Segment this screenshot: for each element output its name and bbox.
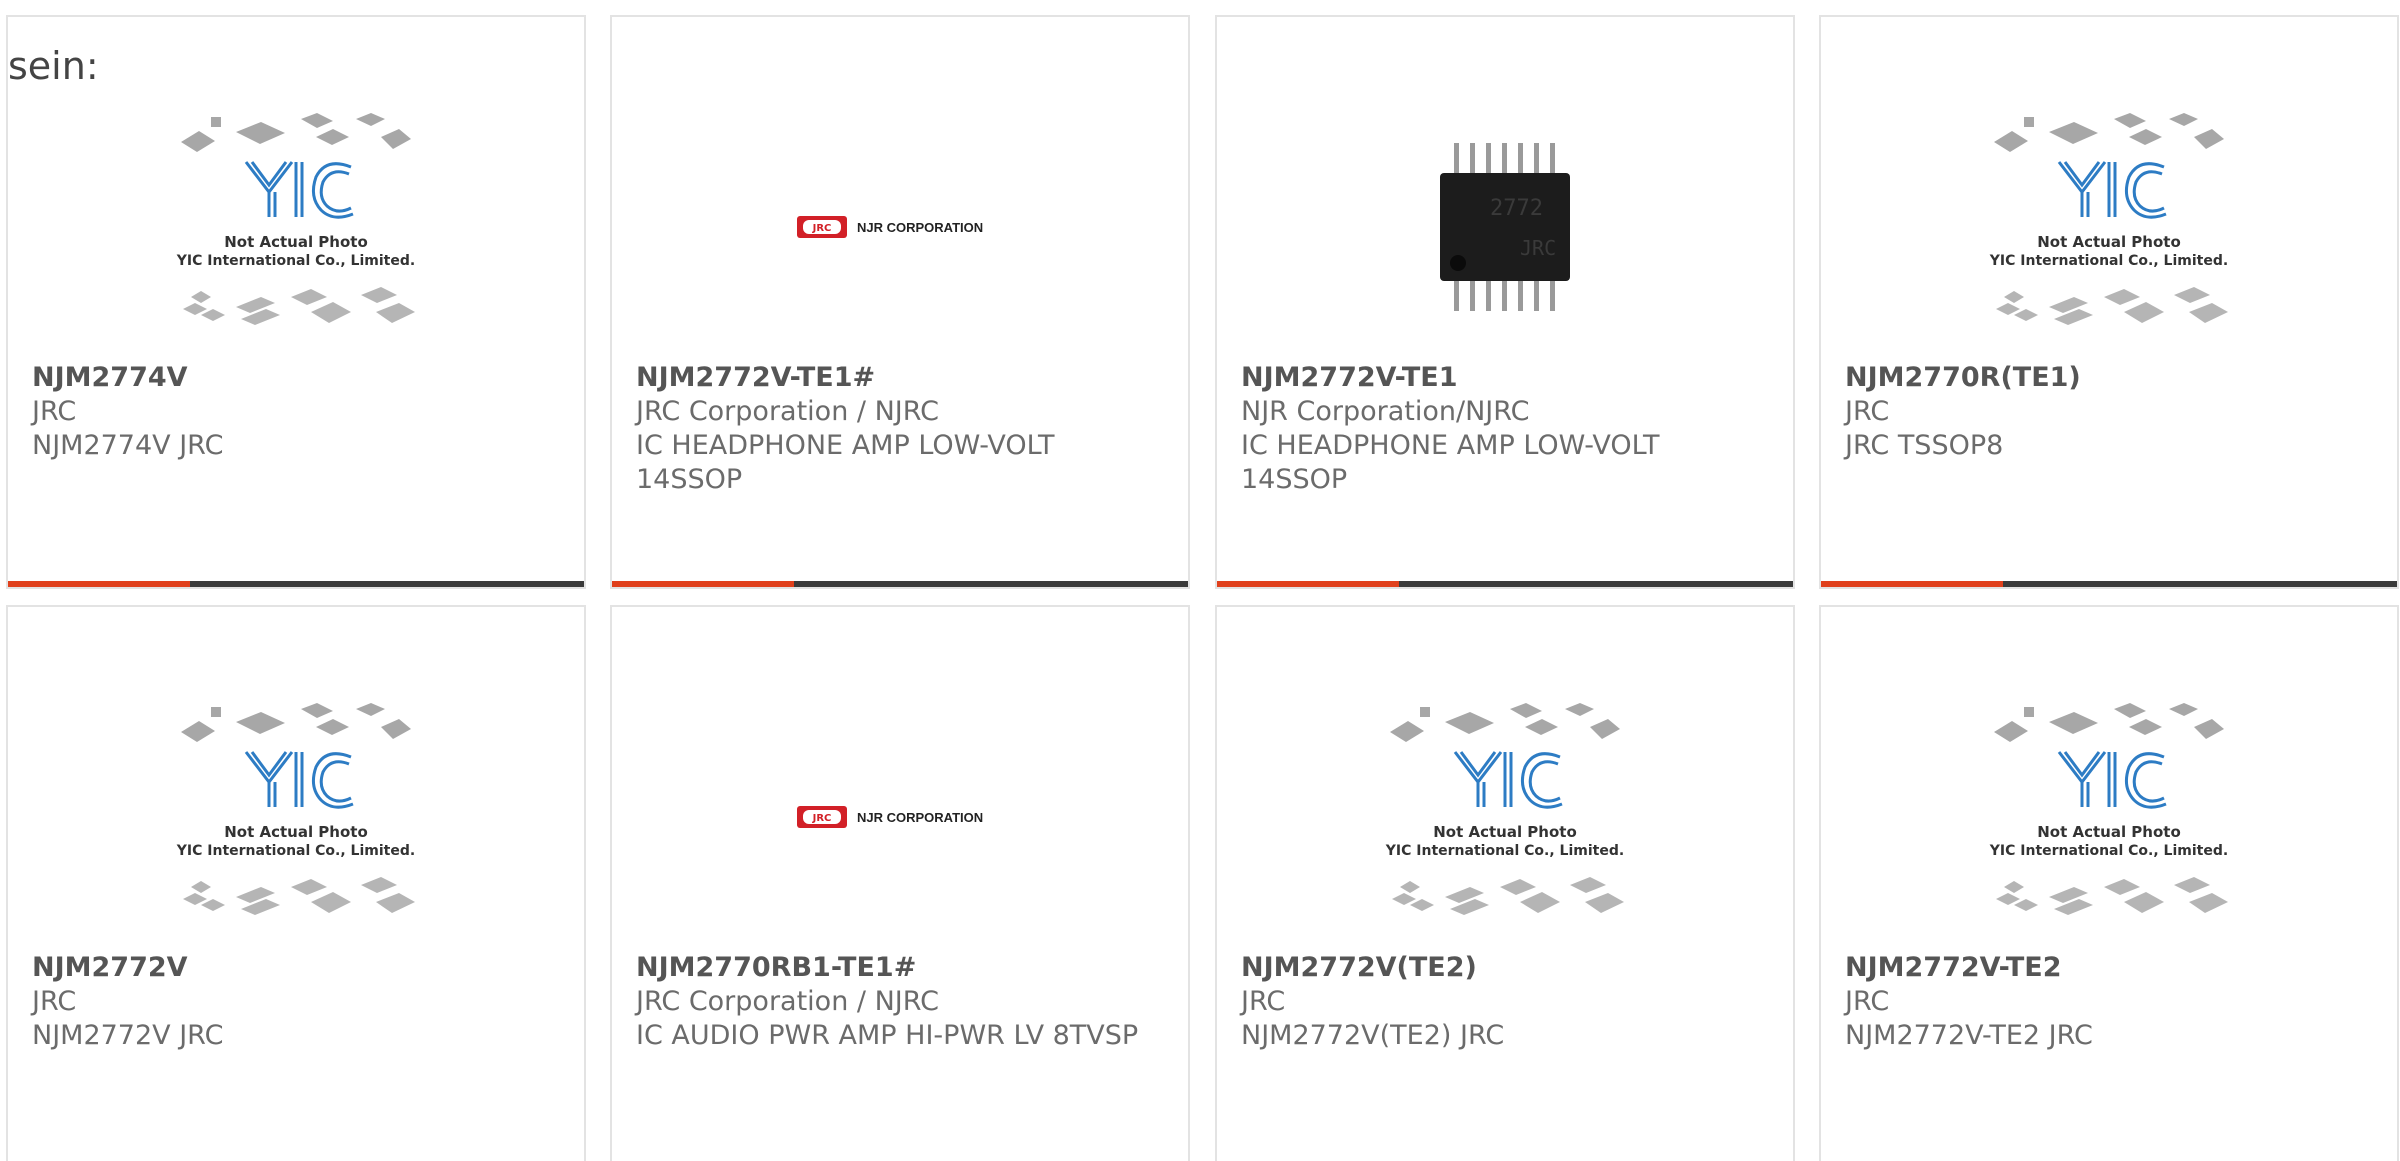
svg-text:JRC: JRC: [812, 223, 832, 234]
placeholder-company: YIC International Co., Limited.: [1385, 843, 1624, 859]
svg-text:NJR CORPORATION: NJR CORPORATION: [857, 810, 983, 825]
svg-text:JRC: JRC: [812, 813, 832, 824]
part-number-link[interactable]: NJM2772V-TE2: [1845, 951, 2373, 985]
part-number-link[interactable]: NJM2772V(TE2): [1241, 951, 1769, 985]
description: NJM2772V JRC: [32, 1020, 224, 1051]
product-info: NJM2772V(TE2) JRC NJM2772V(TE2) JRC: [1241, 951, 1769, 1053]
description: IC HEADPHONE AMP LOW-VOLT 14SSOP: [1241, 430, 1660, 495]
lead-text: sein:: [8, 44, 99, 88]
manufacturer: JRC: [1845, 396, 1890, 427]
description: IC HEADPHONE AMP LOW-VOLT 14SSOP: [636, 430, 1055, 495]
placeholder-caption: Not Actual Photo: [1433, 823, 1577, 841]
product-image[interactable]: JRC NJR CORPORATION: [612, 97, 1188, 357]
product-info: NJM2772V JRC NJM2772V JRC: [32, 951, 560, 1053]
card-accent-bar: [1217, 581, 1793, 587]
yic-placeholder-image: Not Actual Photo YIC International Co., L…: [176, 703, 415, 915]
part-number-link[interactable]: NJM2772V-TE1#: [636, 361, 1164, 395]
product-card[interactable]: Not Actual Photo YIC International Co., L…: [1819, 15, 2399, 589]
product-card[interactable]: Not Actual Photo YIC International Co., L…: [6, 605, 586, 1161]
card-accent-bar: [612, 581, 1188, 587]
svg-text:JRC: JRC: [1520, 236, 1556, 260]
manufacturer: JRC: [32, 986, 77, 1017]
product-image[interactable]: Not Actual Photo YIC International Co., L…: [1217, 687, 1793, 947]
description: NJM2774V JRC: [32, 430, 224, 461]
product-card[interactable]: Not Actual Photo YIC International Co., L…: [1215, 605, 1795, 1161]
product-card[interactable]: JRC NJR CORPORATION NJM2772V-TE1# JRC Corpo…: [610, 15, 1190, 589]
accent-segment: [612, 581, 794, 587]
accent-segment: [8, 581, 190, 587]
product-image[interactable]: Not Actual Photo YIC International Co., L…: [8, 97, 584, 357]
product-card[interactable]: Not Actual Photo YIC International Co., L…: [1819, 605, 2399, 1161]
description: JRC TSSOP8: [1845, 430, 2004, 461]
dark-segment: [1399, 581, 1793, 587]
product-image[interactable]: Not Actual Photo YIC International Co., L…: [8, 687, 584, 947]
part-number-link[interactable]: NJM2774V: [32, 361, 560, 395]
description: NJM2772V-TE2 JRC: [1845, 1020, 2093, 1051]
part-number-link[interactable]: NJM2770R(TE1): [1845, 361, 2373, 395]
product-info: NJM2772V-TE1 NJR Corporation/NJRC IC HEADP…: [1241, 361, 1769, 497]
dark-segment: [794, 581, 1188, 587]
placeholder-caption: Not Actual Photo: [224, 233, 368, 251]
description: IC AUDIO PWR AMP HI-PWR LV 8TVSP: [636, 1020, 1139, 1051]
product-info: NJM2772V-TE1# JRC Corporation / NJRC IC HE…: [636, 361, 1164, 497]
accent-segment: [1217, 581, 1399, 587]
placeholder-company: YIC International Co., Limited.: [176, 843, 415, 859]
card-accent-bar: [8, 581, 584, 587]
product-image[interactable]: 2772 JRC: [1217, 97, 1793, 357]
yic-placeholder-image: Not Actual Photo YIC International Co., L…: [1385, 703, 1624, 915]
yic-placeholder-image: Not Actual Photo YIC International Co., L…: [1989, 703, 2228, 915]
dark-segment: [190, 581, 584, 587]
dark-segment: [2003, 581, 2397, 587]
placeholder-company: YIC International Co., Limited.: [1989, 843, 2228, 859]
manufacturer: JRC: [1241, 986, 1286, 1017]
product-info: NJM2770R(TE1) JRC JRC TSSOP8: [1845, 361, 2373, 463]
placeholder-caption: Not Actual Photo: [2037, 233, 2181, 251]
njr-corporation-logo: JRC NJR CORPORATION: [797, 216, 983, 238]
manufacturer: JRC Corporation / NJRC: [636, 396, 939, 427]
yic-placeholder-image: Not Actual Photo YIC International Co., L…: [176, 113, 415, 325]
yic-placeholder-image: Not Actual Photo YIC International Co., L…: [1989, 113, 2228, 325]
manufacturer: JRC: [32, 396, 77, 427]
accent-segment: [1821, 581, 2003, 587]
product-grid-page: sein: Not Actual Photo YIC International …: [0, 0, 2400, 1161]
description: NJM2772V(TE2) JRC: [1241, 1020, 1505, 1051]
product-info: NJM2772V-TE2 JRC NJM2772V-TE2 JRC: [1845, 951, 2373, 1053]
card-accent-bar: [1821, 581, 2397, 587]
product-info: NJM2774V JRC NJM2774V JRC: [32, 361, 560, 463]
product-image[interactable]: JRC NJR CORPORATION: [612, 687, 1188, 947]
njr-corporation-logo: JRC NJR CORPORATION: [797, 806, 983, 828]
manufacturer: NJR Corporation/NJRC: [1241, 396, 1530, 427]
product-info: NJM2770RB1-TE1# JRC Corporation / NJRC IC …: [636, 951, 1164, 1053]
product-image[interactable]: Not Actual Photo YIC International Co., L…: [1821, 687, 2397, 947]
product-card[interactable]: JRC NJR CORPORATION NJM2770RB1-TE1# JRC Cor…: [610, 605, 1190, 1161]
manufacturer: JRC Corporation / NJRC: [636, 986, 939, 1017]
product-card[interactable]: Not Actual Photo YIC International Co., L…: [6, 15, 586, 589]
placeholder-caption: Not Actual Photo: [224, 823, 368, 841]
part-number-link[interactable]: NJM2772V: [32, 951, 560, 985]
placeholder-company: YIC International Co., Limited.: [1989, 253, 2228, 269]
svg-text:NJR CORPORATION: NJR CORPORATION: [857, 220, 983, 235]
product-image[interactable]: Not Actual Photo YIC International Co., L…: [1821, 97, 2397, 357]
manufacturer: JRC: [1845, 986, 1890, 1017]
placeholder-caption: Not Actual Photo: [2037, 823, 2181, 841]
placeholder-company: YIC International Co., Limited.: [176, 253, 415, 269]
svg-text:2772: 2772: [1490, 196, 1543, 221]
part-number-link[interactable]: NJM2770RB1-TE1#: [636, 951, 1164, 985]
part-number-link[interactable]: NJM2772V-TE1: [1241, 361, 1769, 395]
ic-chip-photo: 2772 JRC: [1440, 142, 1570, 311]
product-card[interactable]: 2772 JRC NJM2772V-TE1 NJR Corporation/NJRC I…: [1215, 15, 1795, 589]
